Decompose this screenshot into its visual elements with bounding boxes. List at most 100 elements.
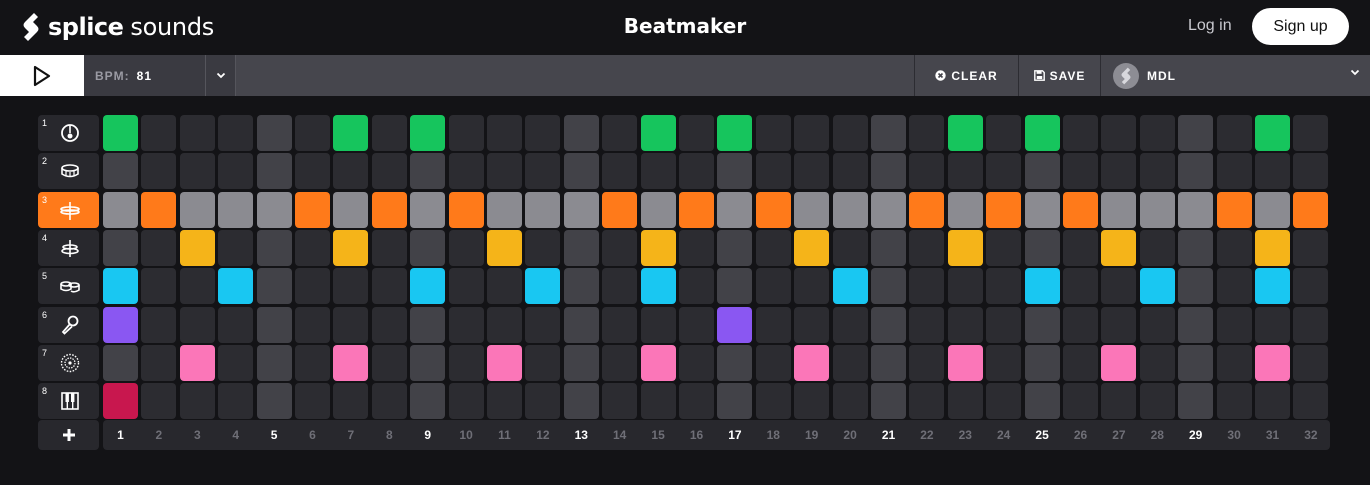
- step-cell[interactable]: [448, 268, 484, 305]
- step-cell[interactable]: [1216, 115, 1252, 151]
- step-cell[interactable]: [333, 306, 369, 343]
- step-cell[interactable]: [525, 383, 561, 420]
- step-cell-active[interactable]: [103, 383, 138, 420]
- step-cell[interactable]: [256, 229, 292, 266]
- save-button[interactable]: SAVE: [1018, 55, 1100, 96]
- step-cell-active[interactable]: [1255, 115, 1290, 151]
- step-cell[interactable]: [563, 115, 599, 151]
- step-cell[interactable]: [986, 115, 1022, 151]
- step-cell[interactable]: [640, 191, 676, 228]
- step-cell-active[interactable]: [794, 229, 830, 266]
- step-cell[interactable]: [563, 268, 599, 305]
- step-cell[interactable]: [525, 153, 561, 190]
- step-cell[interactable]: [640, 383, 676, 420]
- step-cell[interactable]: [103, 191, 138, 228]
- step-cell-active[interactable]: [333, 229, 369, 266]
- step-cell[interactable]: [832, 229, 868, 266]
- step-cell-active[interactable]: [1255, 268, 1290, 305]
- step-cell[interactable]: [1139, 383, 1175, 420]
- step-cell[interactable]: [563, 191, 599, 228]
- step-cell[interactable]: [832, 191, 868, 228]
- step-cell[interactable]: [1139, 191, 1175, 228]
- step-cell[interactable]: [1255, 191, 1290, 228]
- step-cell-active[interactable]: [487, 229, 522, 266]
- step-cell[interactable]: [179, 306, 215, 343]
- step-cell[interactable]: [1063, 153, 1098, 190]
- step-cell[interactable]: [755, 306, 791, 343]
- step-cell[interactable]: [256, 153, 292, 190]
- step-cell[interactable]: [755, 229, 791, 266]
- step-cell[interactable]: [832, 344, 868, 381]
- step-cell[interactable]: [563, 153, 599, 190]
- track-button[interactable]: 2: [38, 153, 99, 190]
- step-cell-active[interactable]: [103, 268, 138, 305]
- step-cell[interactable]: [487, 153, 522, 190]
- step-cell[interactable]: [563, 229, 599, 266]
- step-cell[interactable]: [679, 115, 714, 151]
- step-cell[interactable]: [602, 306, 638, 343]
- step-cell[interactable]: [947, 268, 983, 305]
- step-cell-active[interactable]: [1293, 191, 1329, 228]
- step-cell[interactable]: [909, 383, 945, 420]
- step-cell[interactable]: [1139, 306, 1175, 343]
- step-cell[interactable]: [1216, 344, 1252, 381]
- step-cell[interactable]: [410, 191, 446, 228]
- step-cell-active[interactable]: [218, 268, 254, 305]
- step-cell[interactable]: [602, 115, 638, 151]
- step-cell[interactable]: [832, 383, 868, 420]
- step-cell[interactable]: [1101, 115, 1137, 151]
- step-cell[interactable]: [103, 153, 138, 190]
- step-cell[interactable]: [410, 153, 446, 190]
- step-cell[interactable]: [1101, 191, 1137, 228]
- step-cell[interactable]: [717, 153, 753, 190]
- signup-button[interactable]: Sign up: [1252, 8, 1349, 45]
- step-cell-active[interactable]: [947, 115, 983, 151]
- step-cell[interactable]: [333, 268, 369, 305]
- track-button[interactable]: 5: [38, 268, 99, 305]
- step-cell[interactable]: [1139, 229, 1175, 266]
- step-cell[interactable]: [755, 115, 791, 151]
- step-cell[interactable]: [179, 191, 215, 228]
- step-cell[interactable]: [371, 383, 407, 420]
- step-cell[interactable]: [755, 153, 791, 190]
- kit-selector[interactable]: MDL: [1100, 55, 1370, 96]
- step-cell[interactable]: [256, 344, 292, 381]
- step-cell[interactable]: [986, 383, 1022, 420]
- step-cell[interactable]: [1293, 229, 1329, 266]
- step-cell[interactable]: [1293, 383, 1329, 420]
- step-cell[interactable]: [295, 306, 330, 343]
- step-cell[interactable]: [832, 306, 868, 343]
- step-cell[interactable]: [717, 383, 753, 420]
- step-cell[interactable]: [1178, 306, 1214, 343]
- step-cell[interactable]: [1024, 306, 1060, 343]
- step-cell[interactable]: [679, 306, 714, 343]
- step-cell[interactable]: [563, 344, 599, 381]
- step-cell[interactable]: [1178, 191, 1214, 228]
- step-cell[interactable]: [295, 153, 330, 190]
- step-cell[interactable]: [602, 153, 638, 190]
- step-cell[interactable]: [371, 268, 407, 305]
- step-cell[interactable]: [448, 115, 484, 151]
- step-cell[interactable]: [141, 383, 177, 420]
- step-cell[interactable]: [487, 383, 522, 420]
- step-cell[interactable]: [448, 383, 484, 420]
- step-cell[interactable]: [909, 153, 945, 190]
- step-cell[interactable]: [1255, 153, 1290, 190]
- bpm-control[interactable]: BPM: 81: [84, 55, 205, 96]
- step-cell-active[interactable]: [525, 268, 561, 305]
- step-cell[interactable]: [1063, 115, 1098, 151]
- step-cell[interactable]: [141, 153, 177, 190]
- step-cell[interactable]: [755, 344, 791, 381]
- step-cell[interactable]: [717, 191, 753, 228]
- step-cell[interactable]: [717, 229, 753, 266]
- step-cell[interactable]: [371, 229, 407, 266]
- step-cell-active[interactable]: [410, 268, 446, 305]
- step-cell[interactable]: [179, 268, 215, 305]
- step-cell[interactable]: [141, 115, 177, 151]
- step-cell[interactable]: [909, 229, 945, 266]
- step-cell-active[interactable]: [333, 115, 369, 151]
- step-cell-active[interactable]: [333, 344, 369, 381]
- step-cell[interactable]: [141, 306, 177, 343]
- step-cell[interactable]: [1216, 229, 1252, 266]
- step-cell-active[interactable]: [448, 191, 484, 228]
